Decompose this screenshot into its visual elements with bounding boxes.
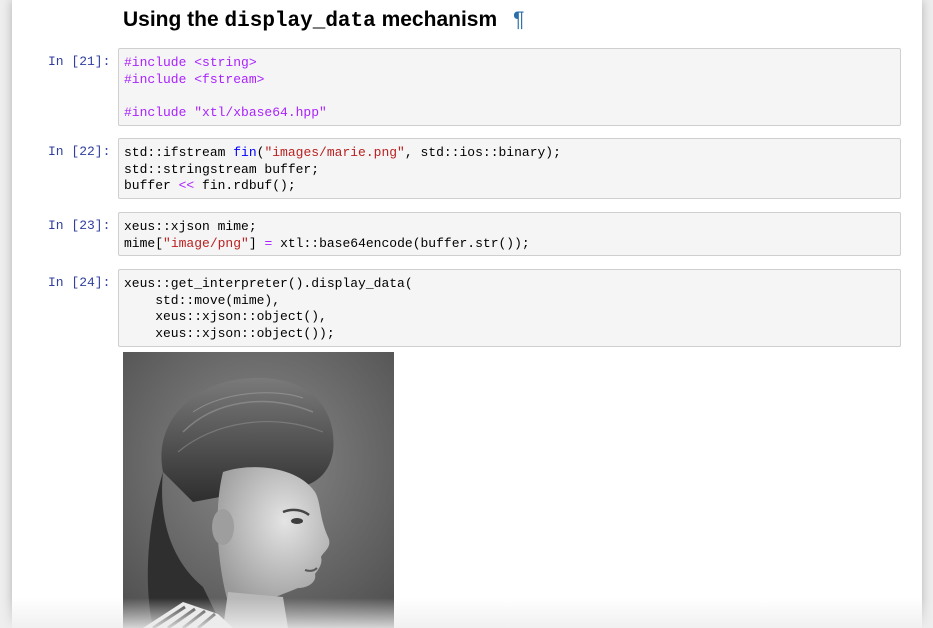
code-line: std::move(mime), xyxy=(124,293,900,310)
code-token: buffer xyxy=(124,178,179,193)
cell-prompt-24: In [24]: xyxy=(48,275,111,290)
heading-text-suffix: mechanism xyxy=(375,8,498,31)
portrait-photo xyxy=(123,352,394,628)
code-token: mime[ xyxy=(124,235,164,251)
code-editor[interactable]: #include <string> #include <fstream> #incl… xyxy=(124,55,900,121)
code-editor[interactable]: xeus::xjson mime;mime["image/png"] = xtl… xyxy=(124,219,900,252)
heading-code: display_data xyxy=(224,10,376,33)
code-cell-22[interactable]: std::ifstream fin("images/marie.png", st… xyxy=(118,138,901,199)
code-token: xeus::xjson::object()); xyxy=(124,325,335,341)
code-editor[interactable]: xeus::get_interpreter().display_data( st… xyxy=(124,276,900,342)
notebook-container: Using the display_data mechanism ¶ In [21… xyxy=(12,0,922,628)
code-token: xeus::xjson::object(), xyxy=(124,309,327,324)
output-portrait-image xyxy=(123,352,394,628)
code-line: #include "xtl/xbase64.hpp" xyxy=(124,105,900,122)
anchor-link-icon[interactable]: ¶ xyxy=(513,8,524,31)
code-line: mime["image/png"] = xtl::base64encode(bu… xyxy=(124,236,900,253)
code-line: std::ifstream fin("images/marie.png", st… xyxy=(124,145,900,162)
code-editor[interactable]: std::ifstream fin("images/marie.png", st… xyxy=(124,145,900,195)
cell-prompt-22: In [22]: xyxy=(48,144,111,159)
code-line: buffer << fin.rdbuf(); xyxy=(124,178,900,195)
code-token: "image/png" xyxy=(163,235,249,251)
section-heading: Using the display_data mechanism ¶ xyxy=(123,5,524,37)
code-line: xeus::get_interpreter().display_data( xyxy=(124,276,900,293)
code-token: ] xyxy=(248,235,265,251)
code-line: xeus::xjson::object(), xyxy=(124,309,900,326)
code-line: #include <string> xyxy=(124,55,900,72)
code-token: std::ifstream xyxy=(124,145,234,160)
code-token: xeus::xjson mime; xyxy=(124,219,257,234)
code-token: #include <fstream> xyxy=(124,71,265,87)
code-token: , std::ios::binary); xyxy=(404,145,561,160)
code-token: fin xyxy=(233,145,257,160)
code-token: "images/marie.png" xyxy=(264,145,405,160)
cell-prompt-23: In [23]: xyxy=(48,218,111,233)
code-token: << xyxy=(178,178,195,193)
heading-text-prefix: Using the xyxy=(123,8,225,31)
code-token: std::stringstream buffer; xyxy=(124,161,320,177)
cell-prompt-21: In [21]: xyxy=(48,54,111,69)
code-line: xeus::xjson::object()); xyxy=(124,326,900,343)
code-token: std::move(mime), xyxy=(124,292,281,308)
code-line: xeus::xjson mime; xyxy=(124,219,900,236)
code-line: #include <fstream> xyxy=(124,72,900,89)
code-token: #include <string> xyxy=(124,55,257,70)
code-token: #include "xtl/xbase64.hpp" xyxy=(124,104,327,120)
code-cell-24[interactable]: xeus::get_interpreter().display_data( st… xyxy=(118,269,901,347)
code-line: std::stringstream buffer; xyxy=(124,162,900,179)
code-token: xeus::get_interpreter().display_data( xyxy=(124,276,413,291)
code-cell-21[interactable]: #include <string> #include <fstream> #incl… xyxy=(118,48,901,126)
code-cell-23[interactable]: xeus::xjson mime;mime["image/png"] = xtl… xyxy=(118,212,901,256)
code-token: xtl::base64encode(buffer.str()); xyxy=(272,235,530,251)
code-token: fin.rdbuf(); xyxy=(194,178,296,193)
